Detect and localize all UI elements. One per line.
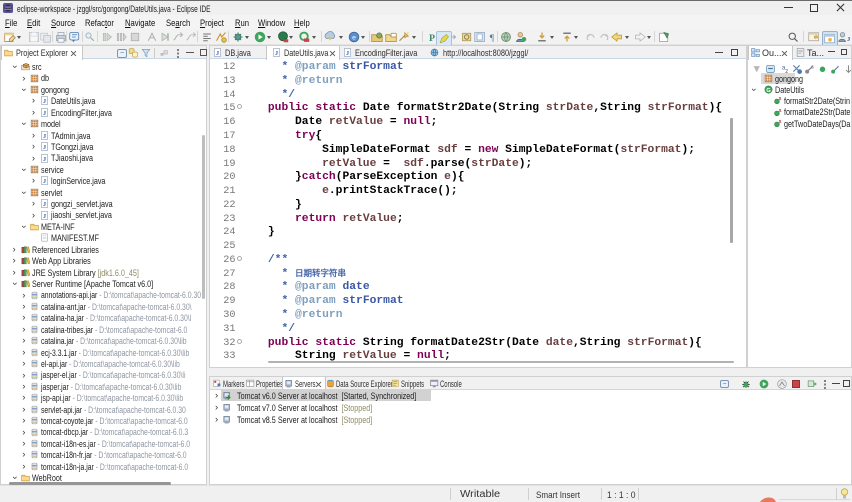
svg-text:e: e — [352, 35, 356, 42]
svg-text:P: P — [429, 33, 435, 43]
svg-text:J: J — [847, 36, 850, 43]
svg-text:¶: ¶ — [490, 33, 495, 43]
svg-text:s: s — [811, 65, 814, 71]
